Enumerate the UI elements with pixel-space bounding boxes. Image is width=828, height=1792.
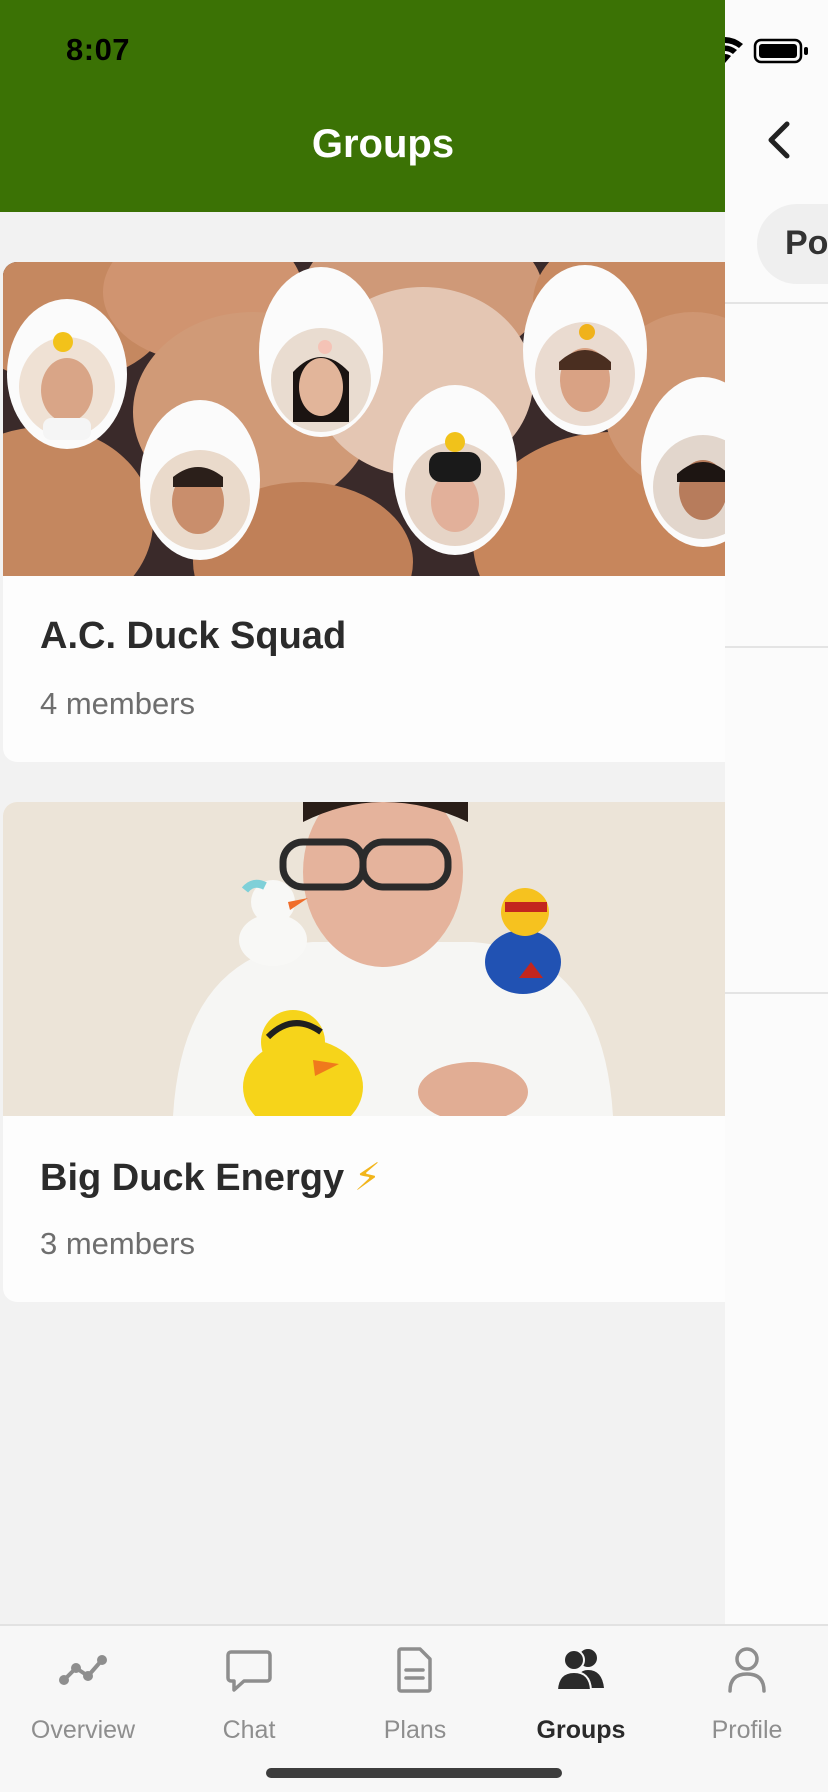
face-egg [140, 400, 260, 560]
tab-label: Overview [30, 1716, 136, 1744]
battery-icon [753, 38, 808, 64]
groups-pane: 8:07 Groups A.C. Duck Squad 4 members Bi… [0, 0, 725, 1624]
groups-icon [556, 1649, 604, 1691]
tab-groups[interactable]: Groups [498, 1640, 664, 1750]
tab-plans[interactable]: Plans [332, 1640, 498, 1750]
document-icon [397, 1647, 432, 1693]
group-member-count: 4 members [40, 686, 196, 721]
tab-label: Groups [536, 1716, 626, 1744]
face-egg [7, 299, 127, 449]
tab-chat[interactable]: Chat [166, 1640, 332, 1750]
page-title: Groups [311, 122, 455, 166]
group-cover-image [3, 802, 725, 1116]
divider [725, 646, 828, 648]
group-member-count: 3 members [40, 1226, 196, 1261]
chat-icon [226, 1650, 272, 1692]
group-card[interactable]: Big Duck Energy ⚡ 3 members [3, 802, 725, 1302]
tab-overview[interactable]: Overview [0, 1640, 166, 1750]
chevron-left-icon[interactable] [761, 118, 801, 162]
overview-icon [59, 1655, 107, 1685]
ducks-photo [3, 802, 725, 1116]
tab-label: Chat [222, 1716, 276, 1744]
tab-label: Plans [383, 1716, 447, 1744]
home-indicator [266, 1768, 562, 1778]
segment-chip-label: Po [785, 224, 828, 262]
side-panel: Po [725, 0, 828, 1624]
group-cover-image [3, 262, 725, 576]
tab-profile[interactable]: Profile [664, 1640, 828, 1750]
group-card[interactable]: A.C. Duck Squad 4 members [3, 262, 725, 762]
app-screen: 8:07 Groups A.C. Duck Squad 4 members Bi… [0, 0, 828, 1792]
profile-icon [728, 1647, 766, 1693]
app-header: 8:07 Groups [0, 0, 725, 212]
face-egg [393, 385, 517, 555]
status-time: 8:07 [66, 32, 131, 67]
divider [725, 992, 828, 994]
tab-label: Profile [711, 1716, 783, 1744]
divider [725, 302, 828, 304]
group-name: Big Duck Energy ⚡ [40, 1155, 381, 1200]
lightning-bolt-badge: ⚡ [354, 1157, 381, 1199]
face-egg [523, 265, 647, 435]
tab-bar: Overview Chat Plans Groups Profile [0, 1624, 828, 1792]
group-name: A.C. Duck Squad [40, 615, 347, 657]
eggs-photo [3, 262, 725, 576]
segment-chip[interactable]: Po [757, 204, 828, 284]
face-egg [259, 267, 383, 437]
wifi-icon [725, 37, 743, 63]
group-name-text: Big Duck Energy [40, 1157, 345, 1199]
status-icons [725, 37, 808, 64]
